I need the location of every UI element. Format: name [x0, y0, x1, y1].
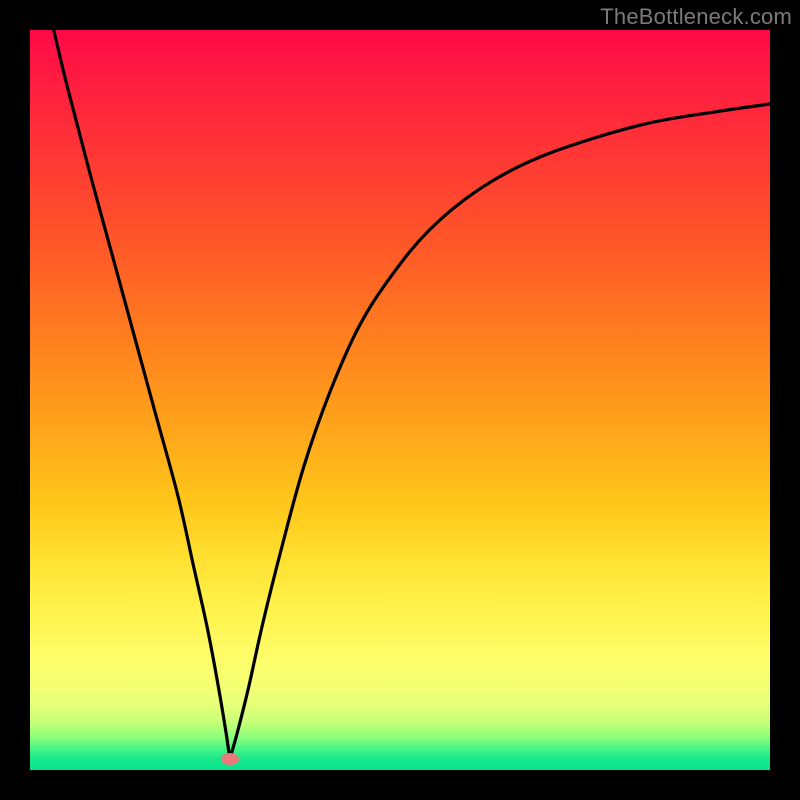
bottleneck-curve-left [54, 30, 230, 759]
curve-svg [30, 30, 770, 770]
plot-area [30, 30, 770, 770]
watermark-text: TheBottleneck.com [600, 4, 792, 30]
trough-marker [221, 753, 239, 765]
bottleneck-curve-right [230, 104, 770, 759]
chart-frame: TheBottleneck.com [0, 0, 800, 800]
